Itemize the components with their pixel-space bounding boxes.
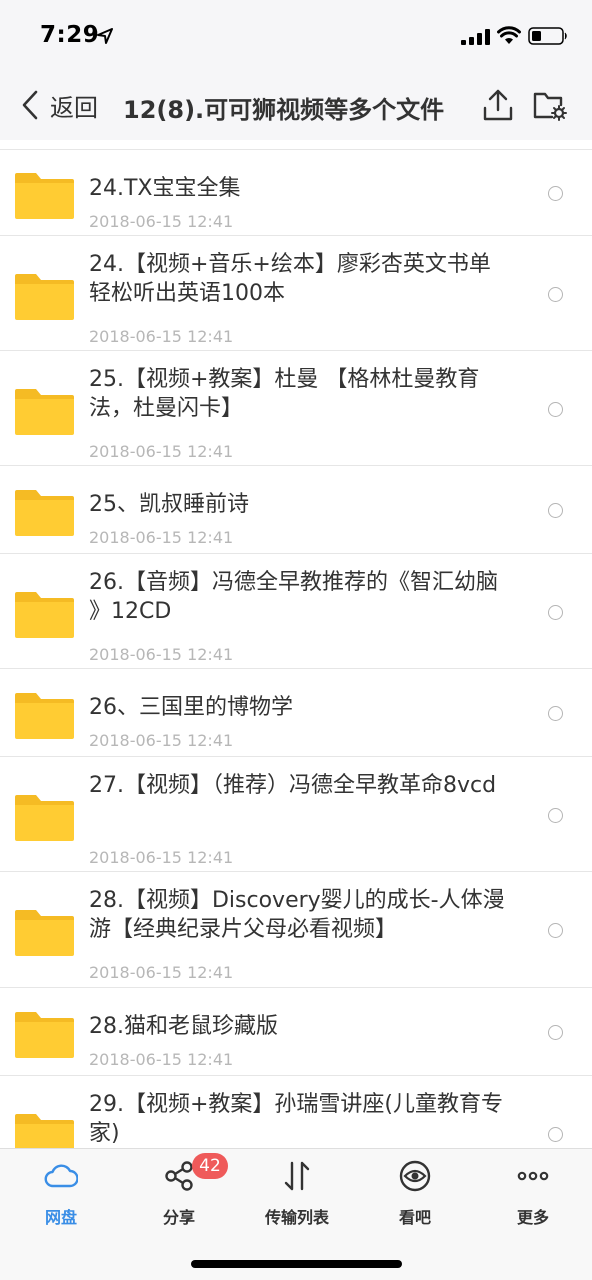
tab-label: 传输列表 xyxy=(264,1208,329,1227)
eye-icon xyxy=(399,1160,431,1192)
file-name: 26.【音频】冯德全早教推荐的《智汇幼脑 》12CD xyxy=(89,570,498,624)
file-row[interactable]: 26.【音频】冯德全早教推荐的《智汇幼脑 》12CD 2018-06-15 12:… xyxy=(0,554,592,669)
file-name: 25.【视频+教案】杜曼 【格林杜曼教育法，杜曼闪卡】 xyxy=(89,367,480,421)
file-row[interactable]: 25、凯叔睡前诗 2018-06-15 12:41 xyxy=(0,466,592,554)
status-bar: 7:29 xyxy=(0,0,592,68)
file-row[interactable]: 27.【视频】（推荐）冯德全早教革命8vcd 2018-06-15 12:41 xyxy=(0,757,592,872)
file-date: 2018-06-15 12:41 xyxy=(89,327,234,346)
more-icon xyxy=(517,1171,549,1181)
folder-settings-icon[interactable] xyxy=(532,88,568,122)
folder-icon xyxy=(15,273,74,320)
file-name: 24.【视频+音乐+绘本】廖彩杏英文书单 轻松听出英语100本 xyxy=(89,252,491,306)
folder-icon xyxy=(15,910,74,956)
back-button[interactable]: 返回 xyxy=(20,88,98,122)
file-date: 2018-06-15 12:41 xyxy=(89,528,234,547)
tab-bar: 网盘 分享 42 传输列表 看吧 更多 xyxy=(0,1148,592,1280)
folder-icon xyxy=(15,490,74,536)
file-date: 2018-06-15 12:41 xyxy=(89,963,234,982)
wifi-icon xyxy=(497,26,521,44)
cellular-signal-icon xyxy=(461,29,490,45)
folder-icon xyxy=(15,388,74,435)
file-name: 24.TX宝宝全集 xyxy=(89,176,241,201)
tab-label: 网盘 xyxy=(44,1208,77,1227)
tab-more[interactable]: 更多 xyxy=(474,1149,592,1239)
status-time: 7:29 xyxy=(40,22,100,48)
tab-label: 分享 xyxy=(162,1208,195,1227)
tab-watch[interactable]: 看吧 xyxy=(356,1149,474,1239)
select-circle-icon[interactable] xyxy=(548,1126,563,1142)
folder-icon xyxy=(15,1012,74,1058)
select-circle-icon[interactable] xyxy=(548,186,563,201)
folder-icon xyxy=(15,794,74,841)
location-arrow-icon xyxy=(97,28,113,44)
file-row[interactable]: 25.【视频+教案】杜曼 【格林杜曼教育法，杜曼闪卡】 2018-06-15 12… xyxy=(0,351,592,466)
folder-icon xyxy=(15,173,74,219)
cloud-icon xyxy=(44,1164,78,1188)
select-circle-icon[interactable] xyxy=(548,401,563,417)
select-circle-icon[interactable] xyxy=(548,923,563,938)
share-count-badge: 42 xyxy=(192,1153,228,1179)
file-row[interactable]: 28.猫和老鼠珍藏版 2018-06-15 12:41 xyxy=(0,988,592,1076)
page-title: 12(8).可可狮视频等多个文件 xyxy=(123,96,445,124)
folder-icon xyxy=(15,693,74,739)
select-circle-icon[interactable] xyxy=(548,807,563,823)
select-circle-icon[interactable] xyxy=(548,503,563,518)
file-name: 29.【视频+教案】孙瑞雪讲座(儿童教育专家) xyxy=(89,1092,504,1146)
select-circle-icon[interactable] xyxy=(548,286,563,302)
file-row[interactable]: 28.【视频】Discovery婴儿的成长-人体漫游【经典纪录片父母必看视频】 2… xyxy=(0,872,592,988)
file-name: 28.猫和老鼠珍藏版 xyxy=(89,1014,278,1039)
select-circle-icon[interactable] xyxy=(548,1025,563,1040)
select-circle-icon[interactable] xyxy=(548,604,563,620)
file-date: 2018-06-15 12:41 xyxy=(89,212,234,231)
back-label: 返回 xyxy=(50,93,98,122)
tab-netdisk[interactable]: 网盘 xyxy=(2,1149,120,1239)
file-row[interactable]: 26、三国里的博物学 2018-06-15 12:41 xyxy=(0,669,592,757)
file-date: 2018-06-15 12:41 xyxy=(89,442,234,461)
transfer-icon xyxy=(284,1161,310,1191)
select-circle-icon[interactable] xyxy=(548,706,563,721)
file-name: 25、凯叔睡前诗 xyxy=(89,492,249,517)
file-list[interactable]: 24.TX宝宝全集 2018-06-15 12:41 24.【视频+音乐+绘本】廖彩… xyxy=(0,140,592,1148)
file-date: 2018-06-15 12:41 xyxy=(89,731,234,750)
file-date: 2018-06-15 12:41 xyxy=(89,645,234,664)
share-icon xyxy=(165,1161,193,1191)
tab-transfer-list[interactable]: 传输列表 xyxy=(238,1149,356,1239)
file-row[interactable]: 24.TX宝宝全集 2018-06-15 12:41 xyxy=(0,150,592,236)
folder-icon xyxy=(15,591,74,638)
battery-icon xyxy=(528,27,567,45)
file-row[interactable]: 24.【视频+音乐+绘本】廖彩杏英文书单 轻松听出英语100本 2018-06-1… xyxy=(0,236,592,351)
home-indicator xyxy=(191,1260,402,1268)
tab-label: 看吧 xyxy=(398,1208,431,1227)
file-date: 2018-06-15 12:41 xyxy=(89,1050,234,1069)
tab-label: 更多 xyxy=(516,1208,549,1227)
navigation-bar: 返回 12(8).可可狮视频等多个文件 xyxy=(0,68,592,140)
upload-icon[interactable] xyxy=(482,88,514,122)
file-name: 28.【视频】Discovery婴儿的成长-人体漫游【经典纪录片父母必看视频】 xyxy=(89,888,505,942)
chevron-left-icon xyxy=(22,90,38,120)
file-name: 27.【视频】（推荐）冯德全早教革命8vcd xyxy=(89,773,497,798)
file-row[interactable]: 29.【视频+教案】孙瑞雪讲座(儿童教育专家) xyxy=(0,1076,592,1148)
file-date: 2018-06-15 12:41 xyxy=(89,848,234,867)
file-name: 26、三国里的博物学 xyxy=(89,695,293,720)
folder-icon xyxy=(15,1113,74,1148)
